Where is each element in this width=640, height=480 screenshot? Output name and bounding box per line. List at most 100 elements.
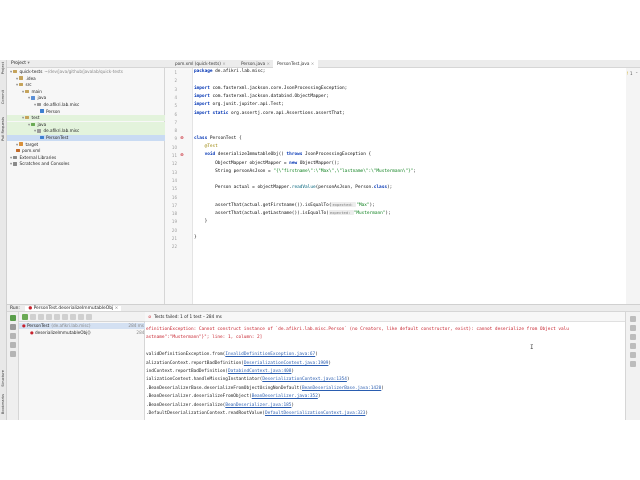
parameter-hint: expected: — [331, 202, 357, 207]
warning-icon[interactable]: ! — [627, 71, 629, 76]
structure-tool-tab[interactable]: Structure — [1, 370, 5, 387]
sort-alpha-icon[interactable] — [38, 314, 44, 320]
stacktrace-link[interactable]: DeserializationContext.java:1909 — [244, 361, 329, 366]
show-ignored-icon[interactable] — [30, 314, 36, 320]
code-token: void — [194, 152, 218, 158]
stacktrace-link[interactable]: BeanDeserializerBase.java:1420 — [302, 386, 381, 391]
soft-wrap-icon[interactable] — [630, 334, 636, 340]
scroll-to-end-icon[interactable] — [630, 343, 636, 349]
project-tree-label: quick-tests — [19, 69, 43, 74]
scroll-down-icon[interactable] — [630, 325, 636, 331]
test-fail-icon[interactable]: ⊗ — [180, 136, 184, 141]
editor-gutter: 1 2 3 4 5 6 7 8 9 10 11 12 13 14 15 16 17 18 19 20 21 22 ⊗ ⊗ — [165, 68, 193, 304]
project-tree-item[interactable]: ▾ src — [7, 82, 174, 88]
project-tree-item[interactable]: ▾ java — [7, 121, 186, 128]
project-tree-item[interactable]: ▾ main — [7, 89, 180, 95]
package-icon — [37, 102, 42, 107]
project-tree-label: .idea — [25, 75, 36, 81]
scroll-up-icon[interactable] — [630, 316, 636, 322]
project-tree-item[interactable]: ▾ .idea — [7, 76, 174, 82]
import-tests-icon[interactable] — [86, 314, 92, 320]
close-icon[interactable]: × — [115, 306, 119, 311]
collapse-all-icon[interactable] — [62, 314, 68, 320]
project-tree-item[interactable]: ▾ quick-tests ~/dev/java/github/javalab/q… — [7, 69, 168, 75]
project-tree-item[interactable]: pom.xml — [7, 148, 174, 154]
folder-icon — [13, 69, 18, 74]
project-tree-label: java — [37, 95, 47, 101]
chevron-down-icon[interactable]: ▾ — [27, 61, 29, 66]
console-line: .BeanDeserializer.deserializeFromObject(… — [146, 394, 321, 399]
test-fail-icon[interactable]: ⊗ — [180, 153, 184, 158]
code-token: import — [194, 102, 213, 108]
stop-icon[interactable] — [10, 324, 16, 330]
run-config-tab[interactable]: ● PersonTest.deserializeImmutableObj × — [25, 306, 122, 311]
line-number: 12 — [171, 161, 177, 167]
test-tree-item[interactable]: ● deserializeImmutableObj()284 ms — [19, 330, 156, 336]
stacktrace-link[interactable]: DatabindContext.java:408 — [228, 369, 291, 374]
rerun-icon[interactable] — [10, 315, 16, 321]
code-line: } — [194, 235, 197, 240]
test-duration: 284 ms — [128, 323, 144, 328]
sort-duration-icon[interactable] — [46, 314, 52, 320]
next-failed-icon[interactable] — [78, 314, 84, 320]
code-token: import — [194, 85, 213, 91]
close-icon[interactable]: × — [265, 61, 271, 66]
stacktrace-link[interactable]: DefaultDeserializationContext.java:323 — [265, 411, 365, 416]
pin-icon[interactable] — [10, 351, 16, 357]
line-number: 22 — [171, 244, 177, 250]
stacktrace-link[interactable]: InvalidDefinitionException.java:67 — [225, 352, 315, 357]
test-tree-item[interactable]: ● PersonTest (de.afikri.lab.misc) 284 ms — [19, 323, 148, 330]
commit-tool-tab[interactable]: Commit — [1, 90, 5, 104]
code-token: assertThat(actual.getLastname()).isEqual… — [194, 211, 329, 217]
project-tree-item[interactable]: ▾ java — [7, 95, 186, 101]
editor-tab[interactable]: Person.java × — [237, 60, 274, 68]
line-number: 20 — [171, 227, 177, 233]
code-line: import com.fasterxml.jackson.databind.Ob… — [194, 94, 329, 99]
settings-icon[interactable] — [10, 342, 16, 348]
close-icon[interactable]: × — [221, 61, 226, 66]
project-panel-title: Project — [11, 61, 27, 66]
console-text: ) — [291, 369, 295, 374]
console-toolbar — [625, 312, 640, 420]
console-line: .DefaultDeserializationContext.readRootV… — [146, 411, 368, 416]
code-token: de.afikri.lab.misc; — [215, 69, 266, 75]
prev-failed-icon[interactable] — [70, 314, 76, 320]
stacktrace-link[interactable]: DeserializationContext.java:1354 — [262, 377, 347, 382]
stacktrace-link[interactable]: BeanDeserializer.java:352 — [252, 394, 318, 399]
line-number: 14 — [171, 177, 177, 183]
project-tree-item[interactable]: ▾ target — [7, 142, 174, 148]
code-line: package de.afikri.lab.misc; — [194, 69, 265, 74]
inspection-count: 1 — [630, 71, 633, 76]
chevron-up-icon[interactable]: ⌃ — [635, 71, 638, 76]
editor-scrollbar[interactable]: ! 1 ⌃ — [626, 68, 640, 304]
close-icon[interactable]: × — [309, 61, 315, 66]
sort-icon[interactable] — [10, 333, 16, 339]
project-tool-tab[interactable]: Project — [1, 62, 5, 74]
console-text: efinitionException: Cannot construct ins… — [146, 327, 569, 332]
line-number: 16 — [171, 194, 177, 200]
project-tree-item[interactable]: ▾ Scratches and Consoles — [7, 161, 168, 167]
editor-tab[interactable]: pom.xml (quick-tests) × — [171, 60, 230, 68]
code-editor[interactable]: package de.afikri.lab.misc; import com.fa… — [193, 68, 626, 304]
console-output[interactable]: I efinitionException: Cannot construct i… — [145, 322, 625, 420]
console-text: .BeanDeserializerBase.deserializeFromObj… — [146, 385, 302, 391]
project-tree-item[interactable]: ▾ test — [7, 115, 180, 122]
bookmarks-tool-tab[interactable]: Bookmarks — [1, 394, 5, 414]
line-number: 18 — [171, 211, 177, 217]
test-status-bar: ⊘ Tests failed: 1 of 1 test – 284 ms — [145, 312, 625, 322]
project-tree-label: pom.xml — [22, 148, 41, 154]
file-icon — [16, 148, 20, 153]
test-package: (de.afikri.lab.misc) — [51, 323, 91, 328]
stacktrace-link[interactable]: BeanDeserializer.java:185 — [225, 403, 291, 408]
code-token: class — [373, 185, 387, 191]
pull-requests-tool-tab[interactable]: Pull Requests — [1, 117, 5, 141]
print-icon[interactable] — [630, 352, 636, 358]
project-tree-item[interactable]: ▾ External Libraries — [7, 155, 168, 161]
show-passed-icon[interactable] — [22, 314, 28, 320]
code-token: org.assertj.core.api.Assertions.assertTh… — [231, 110, 345, 116]
code-token: org.junit.jupiter.api.Test; — [212, 102, 284, 108]
trash-icon[interactable] — [630, 361, 636, 367]
code-token: readValue — [291, 185, 316, 191]
project-panel-header[interactable]: Project ▾ — [7, 60, 165, 68]
expand-all-icon[interactable] — [54, 314, 60, 320]
